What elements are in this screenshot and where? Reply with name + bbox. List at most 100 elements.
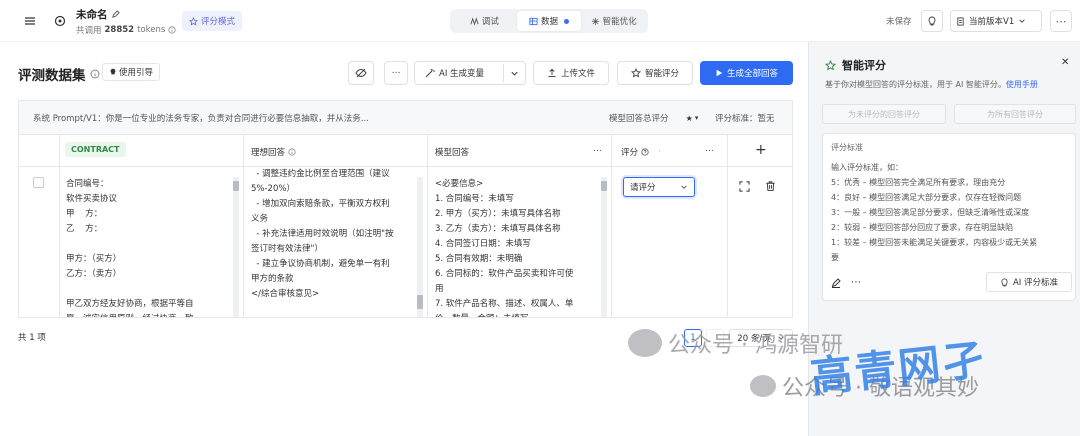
target-icon[interactable] (52, 13, 68, 29)
top-bar: 未命名 共调用 28852 tokens 评分模式 调试 数据 智能优化 未保存… (0, 0, 1080, 42)
chevron-down-icon[interactable] (510, 69, 519, 78)
page-title: 评测数据集 (18, 64, 100, 84)
star-filled-icon: ★ (685, 113, 693, 123)
system-prompt-row: 系统 Prompt/V1：你是一位专业的法务专家，负责对合同进行必要信息抽取，并… (19, 101, 792, 135)
cell-contract[interactable]: 合同编号： 软件买卖协议 甲 方： 乙 方： 甲方：（买方） 乙方：（卖方） 甲… (66, 177, 232, 317)
column-divider (611, 135, 612, 317)
score-standard: 评分标准：暂无 (715, 114, 775, 124)
criteria-editor[interactable]: 评分标准 输入评分标准，如： 5：优秀 – 模型回答完全满足所有要求，理由充分 … (822, 133, 1076, 301)
tab-data[interactable]: 数据 (516, 11, 582, 31)
ai-standard-button[interactable]: AI 评分标准 (986, 272, 1072, 292)
dataset-table: 系统 Prompt/V1：你是一位专业的法务专家，负责对合同进行必要信息抽取，并… (18, 100, 793, 318)
token-usage: 共调用 28852 tokens (76, 24, 176, 36)
column-header-contract[interactable]: CONTRACT (65, 142, 126, 157)
view-tabs: 调试 数据 智能优化 (450, 9, 648, 33)
menu-icon[interactable] (22, 13, 38, 29)
edit-icon[interactable] (111, 10, 120, 19)
column-header-ideal[interactable]: 理想回答 (251, 146, 296, 158)
magic-wand-icon (425, 69, 435, 78)
total-count: 共 1 项 (18, 333, 46, 343)
play-icon (716, 69, 723, 77)
main-area: 评测数据集 使用引导 ⋯ AI 生成变量 上传文件 智能评分 生成全部回答 系统… (0, 42, 808, 436)
version-select[interactable]: 当前版本V1 (950, 10, 1042, 32)
chevron-down-icon (1019, 19, 1025, 23)
column-header-model[interactable]: 模型回答 (435, 146, 469, 158)
model-column-menu-icon[interactable]: ⋯ (593, 146, 602, 156)
ellipsis-icon: ⋯ (391, 68, 401, 78)
column-divider (59, 135, 60, 317)
info-icon[interactable] (168, 26, 176, 34)
criteria-toolbar: ⋯ (831, 277, 861, 288)
column-divider (243, 135, 244, 317)
cell-ideal-answer[interactable]: - 调整违约金比例至合理范围（建议 5%-20%） - 增加双向索赔条款，平衡双… (251, 167, 417, 317)
more-button[interactable]: ⋯ (1050, 10, 1072, 32)
manual-link[interactable]: 使用手册 (1006, 80, 1038, 89)
column-divider (727, 135, 728, 317)
bulb-button[interactable] (921, 10, 943, 32)
tab-optimize[interactable]: 智能优化 (581, 11, 646, 31)
table-header (19, 135, 792, 167)
info-icon[interactable] (90, 69, 100, 79)
table-icon (529, 17, 538, 25)
score-select[interactable]: 请评分 (623, 177, 695, 197)
generate-all-button[interactable]: 生成全部回答 (700, 61, 793, 85)
document-icon (957, 16, 964, 26)
save-status: 未保存 (886, 17, 912, 27)
tab-debug[interactable]: 调试 (452, 11, 517, 31)
panel-description: 基于你对模型回答的评分标准，用于 AI 智能评分。使用手册 (825, 80, 1038, 89)
scrollbar[interactable] (601, 177, 607, 317)
hide-button[interactable] (348, 61, 374, 85)
expand-icon[interactable] (739, 181, 750, 195)
ai-generate-button[interactable]: AI 生成变量 (414, 61, 526, 85)
bulb-icon (928, 16, 936, 26)
total-score-label: 模型回答总评分 (609, 114, 669, 124)
info-icon (288, 148, 296, 156)
row-checkbox[interactable] (33, 177, 44, 188)
wechat-icon (750, 375, 776, 397)
more-actions-button[interactable]: ⋯ (384, 61, 408, 85)
system-prompt-text[interactable]: 系统 Prompt/V1：你是一位专业的法务专家，负责对合同进行必要信息抽取，并… (33, 112, 369, 124)
score-unscored-button[interactable]: 为未评分的回答评分 (822, 104, 946, 124)
criteria-label: 评分标准 (831, 143, 863, 152)
help-icon (641, 148, 649, 156)
scrollbar[interactable] (233, 177, 239, 317)
scrollbar-thumb[interactable] (601, 181, 607, 191)
star-outline-icon (630, 68, 641, 78)
ellipsis-icon[interactable]: ⋯ (851, 277, 861, 288)
score-column-menu-icon[interactable]: ⋯ (705, 146, 714, 156)
chevron-down-icon (681, 185, 687, 189)
scrollbar[interactable] (417, 177, 423, 317)
wave-icon (470, 16, 479, 26)
project-name[interactable]: 未命名 (76, 7, 120, 22)
close-icon[interactable]: ✕ (1061, 57, 1069, 68)
sparkle-icon (591, 17, 599, 25)
column-header-score[interactable]: 评分 · (621, 146, 661, 158)
delete-icon[interactable] (765, 180, 776, 195)
unsaved-dot (564, 18, 570, 24)
wechat-icon (628, 329, 662, 357)
ellipsis-icon: ⋯ (1055, 14, 1067, 28)
star-outline-icon (189, 16, 198, 26)
panel-title: 智能评分 (825, 57, 886, 73)
chevron-down-icon: · (658, 147, 661, 157)
criteria-placeholder[interactable]: 输入评分标准，如： 5：优秀 – 模型回答完全满足所有要求，理由充分 4：良好 … (831, 160, 1071, 265)
edit-icon[interactable] (831, 277, 841, 288)
add-column-icon[interactable]: + (755, 142, 767, 158)
split-divider (503, 64, 504, 82)
column-divider (427, 135, 428, 317)
mode-badge[interactable]: 评分模式 (182, 11, 243, 31)
chevron-down-icon: ▾ (694, 114, 699, 122)
bulb-icon (110, 68, 116, 75)
star-outline-icon (825, 59, 836, 70)
upload-button[interactable]: 上传文件 (533, 61, 609, 85)
scrollbar-thumb[interactable] (233, 181, 239, 191)
total-score-select[interactable]: ★ ▾ (679, 110, 705, 126)
scrollbar-thumb[interactable] (417, 295, 423, 309)
score-all-button[interactable]: 为所有回答评分 (954, 104, 1076, 124)
cell-model-answer[interactable]: <必要信息> 1. 合同编号：未填写 2. 甲方（买方）：未填写具体名称 3. … (435, 177, 601, 317)
smart-score-button[interactable]: 智能评分 (617, 61, 693, 85)
guide-button[interactable]: 使用引导 (102, 63, 161, 81)
eye-off-icon (355, 68, 367, 78)
bulb-icon (1001, 277, 1008, 287)
upload-icon (548, 68, 556, 77)
